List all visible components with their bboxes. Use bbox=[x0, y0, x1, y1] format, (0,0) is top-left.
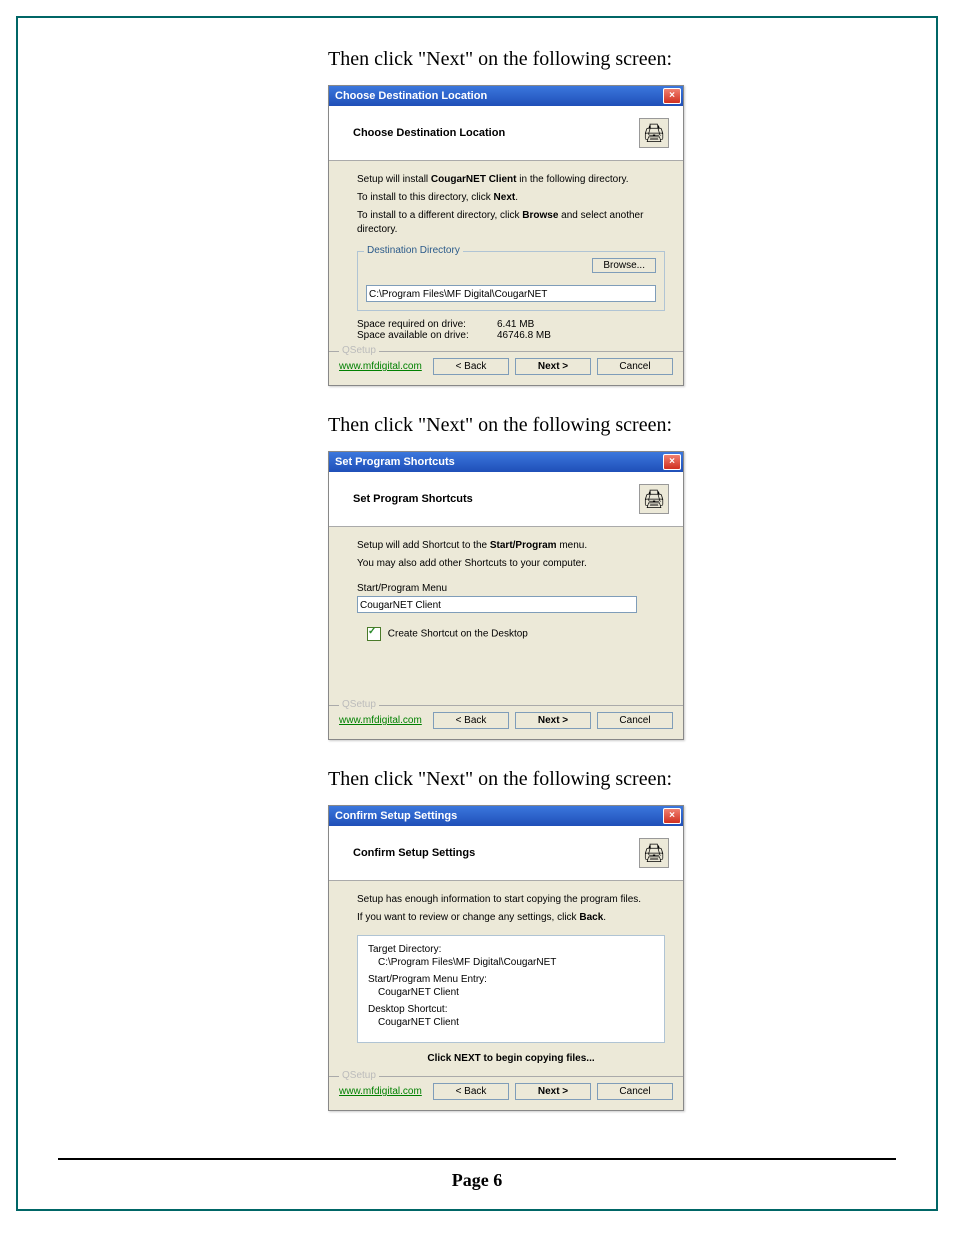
qsetup-label: QSetup bbox=[339, 1070, 379, 1081]
titlebar: Choose Destination Location × bbox=[329, 86, 683, 106]
menu-entry-value: CougarNET Client bbox=[368, 987, 654, 998]
dialog-confirm: Confirm Setup Settings × Confirm Setup S… bbox=[328, 805, 684, 1111]
footer-divider bbox=[58, 1158, 896, 1160]
dialog-header: Set Program Shortcuts 🖨 bbox=[329, 472, 683, 527]
next-button[interactable]: Next > bbox=[515, 1083, 591, 1100]
header-title: Choose Destination Location bbox=[343, 127, 505, 139]
caption-3: Then click "Next" on the following scree… bbox=[58, 768, 896, 791]
dialog-destination: Choose Destination Location × Choose Des… bbox=[328, 85, 684, 386]
header-title: Set Program Shortcuts bbox=[343, 493, 473, 505]
close-icon[interactable]: × bbox=[663, 454, 681, 470]
desktop-shortcut-label: Create Shortcut on the Desktop bbox=[388, 629, 528, 640]
dialog-header: Confirm Setup Settings 🖨 bbox=[329, 826, 683, 881]
back-button[interactable]: < Back bbox=[433, 1083, 509, 1100]
target-label: Target Directory: bbox=[368, 944, 654, 955]
titlebar: Set Program Shortcuts × bbox=[329, 452, 683, 472]
install-line-2: To install to this directory, click Next… bbox=[357, 191, 665, 205]
back-button[interactable]: < Back bbox=[433, 712, 509, 729]
close-icon[interactable]: × bbox=[663, 88, 681, 104]
titlebar: Confirm Setup Settings × bbox=[329, 806, 683, 826]
destination-fieldset: Destination Directory Browse... C:\Progr… bbox=[357, 251, 665, 311]
header-title: Confirm Setup Settings bbox=[343, 847, 475, 859]
space-available-value: 46746.8 MB bbox=[497, 330, 551, 341]
dialog-title: Choose Destination Location bbox=[335, 90, 487, 102]
close-icon[interactable]: × bbox=[663, 808, 681, 824]
shortcut-line-2: You may also add other Shortcuts to your… bbox=[357, 557, 665, 571]
installer-icon: 🖨 bbox=[639, 118, 669, 148]
target-value: C:\Program Files\MF Digital\CougarNET bbox=[368, 957, 654, 968]
caption-1: Then click "Next" on the following scree… bbox=[58, 48, 896, 71]
website-link[interactable]: www.mfdigital.com bbox=[339, 715, 422, 726]
space-required-value: 6.41 MB bbox=[497, 319, 534, 330]
cancel-button[interactable]: Cancel bbox=[597, 358, 673, 375]
dialog-title: Confirm Setup Settings bbox=[335, 810, 457, 822]
space-required-label: Space required on drive: bbox=[357, 319, 497, 330]
cancel-button[interactable]: Cancel bbox=[597, 712, 673, 729]
caption-2: Then click "Next" on the following scree… bbox=[58, 414, 896, 437]
path-input[interactable]: C:\Program Files\MF Digital\CougarNET bbox=[366, 285, 656, 302]
install-line-1: Setup will install CougarNET Client in t… bbox=[357, 173, 665, 187]
destination-legend: Destination Directory bbox=[364, 245, 463, 256]
dialog-shortcuts: Set Program Shortcuts × Set Program Shor… bbox=[328, 451, 684, 740]
desktop-shortcut-checkbox[interactable] bbox=[367, 627, 381, 641]
website-link[interactable]: www.mfdigital.com bbox=[339, 361, 422, 372]
menu-label: Start/Program Menu bbox=[357, 583, 665, 594]
browse-button[interactable]: Browse... bbox=[592, 258, 656, 273]
menu-input[interactable]: CougarNET Client bbox=[357, 596, 637, 613]
next-button[interactable]: Next > bbox=[515, 358, 591, 375]
website-link[interactable]: www.mfdigital.com bbox=[339, 1086, 422, 1097]
cancel-button[interactable]: Cancel bbox=[597, 1083, 673, 1100]
space-available-label: Space available on drive: bbox=[357, 330, 497, 341]
installer-icon: 🖨 bbox=[639, 838, 669, 868]
next-button[interactable]: Next > bbox=[515, 712, 591, 729]
confirm-line-2: If you want to review or change any sett… bbox=[357, 911, 665, 925]
desktop-shortcut-label: Desktop Shortcut: bbox=[368, 1004, 654, 1015]
qsetup-label: QSetup bbox=[339, 345, 379, 356]
qsetup-label: QSetup bbox=[339, 699, 379, 710]
desktop-shortcut-value: CougarNET Client bbox=[368, 1017, 654, 1028]
dialog-title: Set Program Shortcuts bbox=[335, 456, 455, 468]
summary-box: Target Directory: C:\Program Files\MF Di… bbox=[357, 935, 665, 1043]
click-next-message: Click NEXT to begin copying files... bbox=[357, 1053, 665, 1064]
menu-entry-label: Start/Program Menu Entry: bbox=[368, 974, 654, 985]
back-button[interactable]: < Back bbox=[433, 358, 509, 375]
dialog-header: Choose Destination Location 🖨 bbox=[329, 106, 683, 161]
shortcut-line-1: Setup will add Shortcut to the Start/Pro… bbox=[357, 539, 665, 553]
page-number: Page 6 bbox=[58, 1170, 896, 1191]
confirm-line-1: Setup has enough information to start co… bbox=[357, 893, 665, 907]
installer-icon: 🖨 bbox=[639, 484, 669, 514]
install-line-3: To install to a different directory, cli… bbox=[357, 209, 665, 237]
